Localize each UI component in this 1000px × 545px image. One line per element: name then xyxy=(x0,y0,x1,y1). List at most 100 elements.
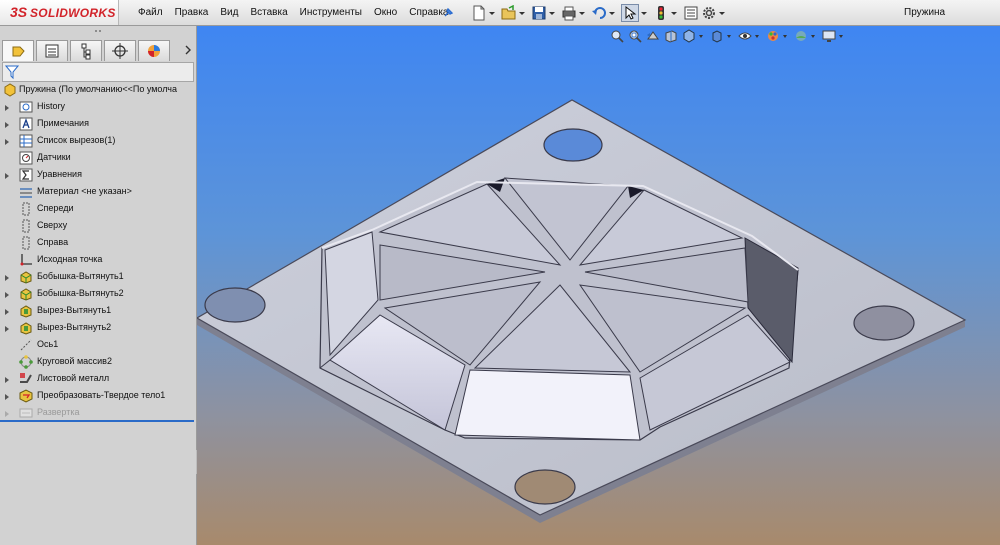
rollback-bar[interactable] xyxy=(0,420,194,422)
undo-dropdown[interactable] xyxy=(608,5,616,21)
tree-item-annotations[interactable]: Примечания xyxy=(0,116,196,133)
zoom-area-icon[interactable] xyxy=(628,29,642,43)
file-properties-icon[interactable] xyxy=(683,5,699,21)
expand-arrow-icon[interactable] xyxy=(5,377,9,383)
chevron-right-icon[interactable] xyxy=(183,44,193,56)
options-dropdown[interactable] xyxy=(718,5,726,21)
title-bar: 3S SOLIDWORKS Файл Правка Вид Вставка Ин… xyxy=(0,0,1000,26)
tree-item-boss-extrude-2[interactable]: Бобышка-Вытянуть2 xyxy=(0,286,196,303)
rebuild-dropdown[interactable] xyxy=(670,5,678,21)
circular-pattern-icon xyxy=(19,355,33,369)
expand-arrow-icon[interactable] xyxy=(5,394,9,400)
expand-arrow-icon[interactable] xyxy=(5,122,9,128)
feature-manager-tab[interactable] xyxy=(2,40,34,61)
panel-grip[interactable] xyxy=(0,26,196,36)
expand-arrow-icon[interactable] xyxy=(5,326,9,332)
axis-icon xyxy=(20,339,32,351)
tree-item-label: Бобышка-Вытянуть1 xyxy=(37,271,124,281)
expand-arrow-icon[interactable] xyxy=(5,105,9,111)
tree-item-label: Листовой металл xyxy=(37,373,110,383)
display-manager-tab[interactable] xyxy=(138,40,170,61)
print-icon[interactable] xyxy=(561,5,577,21)
tree-item-label: Уравнения xyxy=(37,169,82,179)
tree-root-label: Пружина (По умолчанию<<По умолча xyxy=(19,84,177,94)
configuration-manager-tab[interactable] xyxy=(70,40,102,61)
expand-arrow-icon[interactable] xyxy=(5,275,9,281)
save-dropdown[interactable] xyxy=(548,5,556,21)
tree-item-equations[interactable]: Уравнения xyxy=(0,167,196,184)
display-style-dropdown[interactable] xyxy=(726,29,733,43)
gear-icon[interactable] xyxy=(701,5,717,21)
hide-show-dropdown[interactable] xyxy=(754,29,761,43)
section-view-icon[interactable] xyxy=(664,29,678,43)
tree-item-sheet-metal[interactable]: Листовой металл xyxy=(0,371,196,388)
tree-item-right-plane[interactable]: Справа xyxy=(0,235,196,252)
tree-item-cut-extrude-1[interactable]: Вырез-Вытянуть1 xyxy=(0,303,196,320)
tree-item-cut-extrude-2[interactable]: Вырез-Вытянуть2 xyxy=(0,320,196,337)
ds-logo-mark: 3S xyxy=(10,4,28,20)
tree-item-label: Круговой массив2 xyxy=(37,356,112,366)
tree-item-top-plane[interactable]: Сверху xyxy=(0,218,196,235)
view-settings-icon[interactable] xyxy=(822,29,836,43)
sheet-metal-part-model[interactable] xyxy=(197,26,1000,545)
view-orientation-icon[interactable] xyxy=(682,29,696,43)
tree-item-material[interactable]: Материал <не указан> xyxy=(0,184,196,201)
expand-arrow-icon[interactable] xyxy=(5,309,9,315)
previous-view-icon[interactable] xyxy=(646,29,660,43)
tree-item-circular-pattern[interactable]: Круговой массив2 xyxy=(0,354,196,371)
graphics-area[interactable] xyxy=(197,26,1000,545)
property-manager-tab[interactable] xyxy=(36,40,68,61)
display-style-icon[interactable] xyxy=(710,29,724,43)
menu-tools[interactable]: Инструменты xyxy=(300,7,362,18)
hide-show-icon[interactable] xyxy=(738,29,752,43)
traffic-light-icon[interactable] xyxy=(653,5,669,21)
apply-scene-icon[interactable] xyxy=(794,29,808,43)
menu-window[interactable]: Окно xyxy=(374,7,397,18)
tree-item-cut-list[interactable]: Список вырезов(1) xyxy=(0,133,196,150)
view-orientation-dropdown[interactable] xyxy=(698,29,705,43)
menu-edit[interactable]: Правка xyxy=(175,7,209,18)
dimxpert-tab[interactable] xyxy=(104,40,136,61)
expand-arrow-icon[interactable] xyxy=(5,411,9,417)
open-icon[interactable] xyxy=(501,4,517,21)
tree-item-front-plane[interactable]: Спереди xyxy=(0,201,196,218)
new-dropdown[interactable] xyxy=(488,5,496,21)
edit-appearance-dropdown[interactable] xyxy=(782,29,789,43)
menu-file[interactable]: Файл xyxy=(138,7,163,18)
tree-item-label: Спереди xyxy=(37,203,74,213)
tree-root-part[interactable]: Пружина (По умолчанию<<По умолча xyxy=(0,82,196,99)
save-icon[interactable] xyxy=(531,5,547,21)
tree-item-label: Преобразовать-Твердое тело1 xyxy=(37,390,166,400)
pin-icon[interactable] xyxy=(443,6,455,18)
menu-view[interactable]: Вид xyxy=(220,7,238,18)
apply-scene-dropdown[interactable] xyxy=(810,29,817,43)
edit-appearance-icon[interactable] xyxy=(766,29,780,43)
tree-item-label: Вырез-Вытянуть2 xyxy=(37,322,112,332)
tree-item-label: Справа xyxy=(37,237,69,247)
expand-arrow-icon[interactable] xyxy=(5,173,9,179)
print-dropdown[interactable] xyxy=(578,5,586,21)
panel-tabs xyxy=(2,40,194,61)
zoom-to-fit-icon[interactable] xyxy=(610,29,624,43)
boss-extrude-icon xyxy=(20,271,32,284)
open-dropdown[interactable] xyxy=(518,5,526,21)
solidworks-logo[interactable]: 3S SOLIDWORKS xyxy=(0,0,119,25)
tree-item-label: Вырез-Вытянуть1 xyxy=(37,305,112,315)
tree-item-origin[interactable]: Исходная точка xyxy=(0,252,196,269)
tree-item-axis[interactable]: Ось1 xyxy=(0,337,196,354)
tree-item-boss-extrude-1[interactable]: Бобышка-Вытянуть1 xyxy=(0,269,196,286)
tree-item-convert-solid[interactable]: Преобразовать-Твердое тело1 xyxy=(0,388,196,405)
select-icon[interactable] xyxy=(621,3,639,22)
expand-arrow-icon[interactable] xyxy=(5,139,9,145)
undo-icon[interactable] xyxy=(591,5,607,21)
tree-item-history[interactable]: History xyxy=(0,99,196,116)
tree-item-sensors[interactable]: Датчики xyxy=(0,150,196,167)
select-dropdown[interactable] xyxy=(640,5,648,21)
convert-solid-icon xyxy=(19,389,33,403)
tree-filter-field[interactable] xyxy=(2,62,194,82)
new-document-icon[interactable] xyxy=(471,5,487,21)
view-settings-dropdown[interactable] xyxy=(838,29,845,43)
menu-insert[interactable]: Вставка xyxy=(250,7,287,18)
expand-arrow-icon[interactable] xyxy=(5,292,9,298)
standard-toolbar xyxy=(470,2,730,23)
